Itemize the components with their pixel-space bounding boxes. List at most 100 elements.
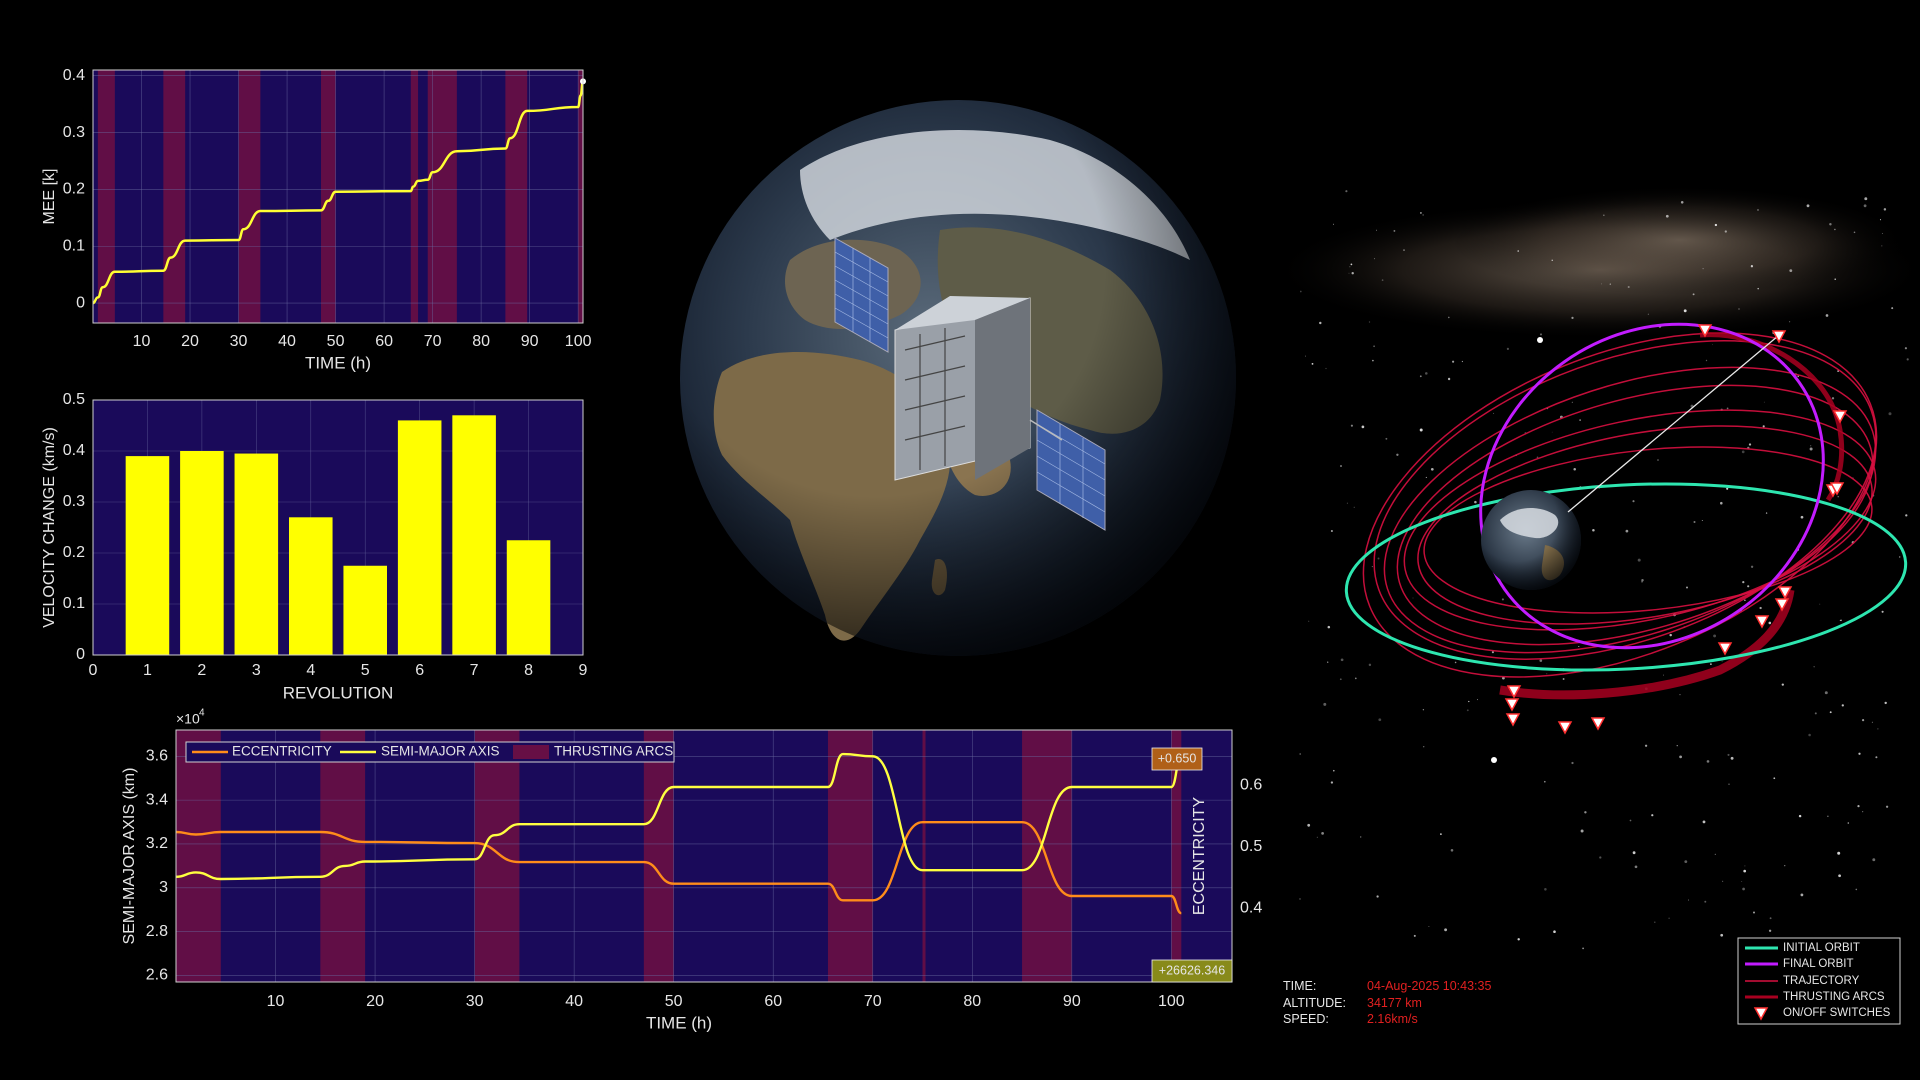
star (1425, 372, 1428, 375)
x-tick-label: 6 (415, 662, 424, 679)
star (1712, 344, 1713, 346)
star (1884, 701, 1887, 705)
star (1571, 316, 1574, 320)
star (1333, 769, 1335, 772)
y-tick-label-right: 0.6 (1240, 777, 1262, 794)
star (1726, 407, 1729, 410)
star (1311, 362, 1314, 365)
star (1701, 520, 1703, 521)
star (1580, 829, 1584, 833)
star (1881, 610, 1884, 613)
x-tick-label: 10 (133, 333, 151, 350)
x-tick-label: 20 (181, 333, 199, 350)
star (1872, 858, 1876, 862)
star (1744, 865, 1746, 867)
star (1808, 733, 1811, 737)
star (1809, 447, 1813, 451)
star (1448, 316, 1450, 319)
star (1847, 822, 1850, 824)
y-tick-label: 0 (76, 646, 85, 663)
star (1330, 529, 1333, 533)
star (1806, 204, 1810, 208)
star (1864, 197, 1868, 201)
star (1727, 753, 1730, 756)
y-tick-label: 0 (76, 294, 85, 311)
star (1720, 933, 1724, 937)
star (1743, 869, 1747, 873)
star (1571, 401, 1573, 403)
star (1349, 266, 1351, 268)
y-axis-label-right: ECCENTRICITY (1191, 797, 1208, 916)
bar (343, 565, 387, 655)
bar (506, 540, 551, 655)
star (1877, 728, 1879, 730)
star (1747, 585, 1750, 588)
star (1710, 663, 1712, 665)
star (1748, 443, 1752, 446)
y-tick-label: 0.3 (63, 493, 85, 510)
x-tick-label: 3 (252, 662, 261, 679)
bar (289, 517, 333, 655)
star (1679, 755, 1682, 759)
star (1539, 333, 1543, 336)
star (1316, 836, 1318, 838)
legend-entry: ON/OFF SWITCHES (1783, 1007, 1891, 1019)
star (1440, 833, 1442, 835)
y-tick-label: 0.1 (63, 595, 85, 612)
star (1722, 880, 1724, 882)
y-tick-label: 0.4 (63, 442, 85, 459)
star (1857, 805, 1860, 808)
y-tick-label: 0.2 (63, 181, 85, 198)
sma-end-value: +26626.346 (1159, 963, 1225, 977)
star (1412, 597, 1414, 599)
x-tick-label: 70 (864, 993, 882, 1010)
x-tick-label: 30 (230, 333, 248, 350)
star (1551, 431, 1553, 433)
star (1333, 223, 1334, 225)
star (1692, 293, 1695, 296)
star (1627, 285, 1630, 289)
star (1544, 888, 1547, 891)
star (1413, 934, 1416, 937)
star (1730, 756, 1734, 760)
bar (180, 451, 224, 655)
star (1477, 699, 1478, 701)
star (1544, 780, 1546, 783)
star (1750, 565, 1754, 568)
y-tick-label: 0.2 (63, 544, 85, 561)
star (1810, 445, 1812, 447)
star (1307, 823, 1311, 827)
star (1474, 500, 1477, 504)
star (1789, 269, 1793, 273)
star (1680, 201, 1684, 204)
trajectory-orbit (1417, 425, 1873, 625)
x-tick-label: 7 (470, 662, 479, 679)
star (1396, 453, 1399, 456)
star (1839, 619, 1841, 622)
star (1372, 359, 1374, 362)
switch-marker-icon (1504, 698, 1520, 712)
star (1665, 214, 1669, 218)
thrust-band (427, 70, 457, 323)
star (1829, 711, 1832, 714)
star (1750, 265, 1754, 268)
star (1702, 268, 1704, 270)
position-vector (1567, 335, 1779, 513)
bright-star (1491, 757, 1497, 763)
star (1368, 663, 1372, 667)
star (1454, 661, 1457, 664)
x-axis-label: REVOLUTION (283, 683, 394, 702)
star (1906, 358, 1909, 361)
star (1385, 437, 1388, 440)
star (1781, 683, 1784, 686)
y-tick-label-right: 0.5 (1240, 838, 1262, 855)
x-axis-label: TIME (h) (305, 353, 371, 372)
mee-chart: 10 20 30 40 50 60 70 80 90 100 0 0.1 0.2 0.3 0.4 TIME (… (41, 67, 591, 373)
earth-globe-view (680, 100, 1236, 656)
switch-marker-icon (1505, 713, 1521, 727)
star (1330, 781, 1334, 784)
legend-entry: ECCENTRICITY (232, 744, 332, 759)
star (1899, 556, 1901, 558)
star (1728, 783, 1730, 785)
star (1305, 355, 1306, 357)
